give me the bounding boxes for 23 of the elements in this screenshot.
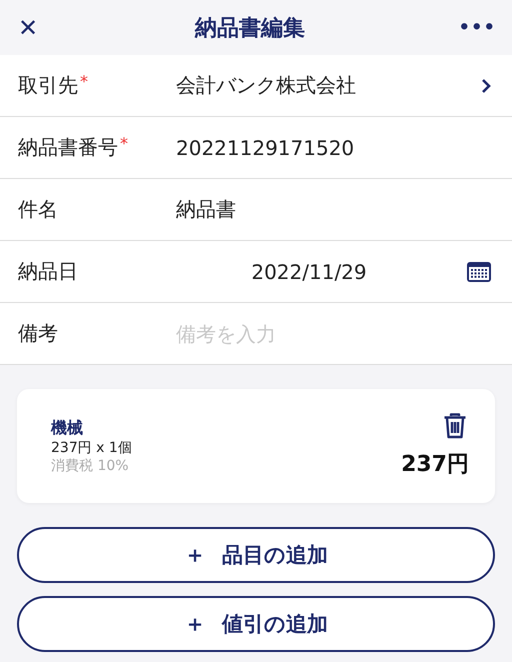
item-name: 機械	[51, 418, 84, 438]
field-label: 件名	[18, 196, 58, 223]
field-label: 納品日	[18, 258, 78, 285]
trash-icon[interactable]	[443, 413, 467, 439]
required-mark: *	[80, 72, 88, 93]
date-value[interactable]: 2022/11/29	[176, 260, 442, 284]
calendar-icon[interactable]	[466, 260, 492, 282]
field-label: 取引先	[18, 72, 78, 99]
item-quantity: 237円 x 1個	[51, 438, 132, 456]
field-value[interactable]: 納品書	[176, 196, 492, 223]
more-button[interactable]: •••	[458, 17, 496, 38]
field-value[interactable]: 会計バンク株式会社	[176, 72, 480, 99]
add-button[interactable]: ＋ 値引の追加	[17, 596, 495, 652]
field-value[interactable]: 20221129171520	[176, 136, 492, 160]
close-button[interactable]: ✕	[14, 14, 42, 42]
screen-title: 納品書編集	[195, 14, 306, 42]
item-amount: 237円	[401, 451, 469, 479]
field-label: 納品書番号	[18, 134, 118, 161]
add-button[interactable]: ＋ 品目の追加	[17, 527, 495, 583]
required-mark: *	[120, 134, 128, 155]
item-tax: 消費税 10%	[51, 456, 130, 474]
chevron-right-icon[interactable]	[480, 78, 492, 94]
field-label: 備考	[18, 320, 58, 347]
